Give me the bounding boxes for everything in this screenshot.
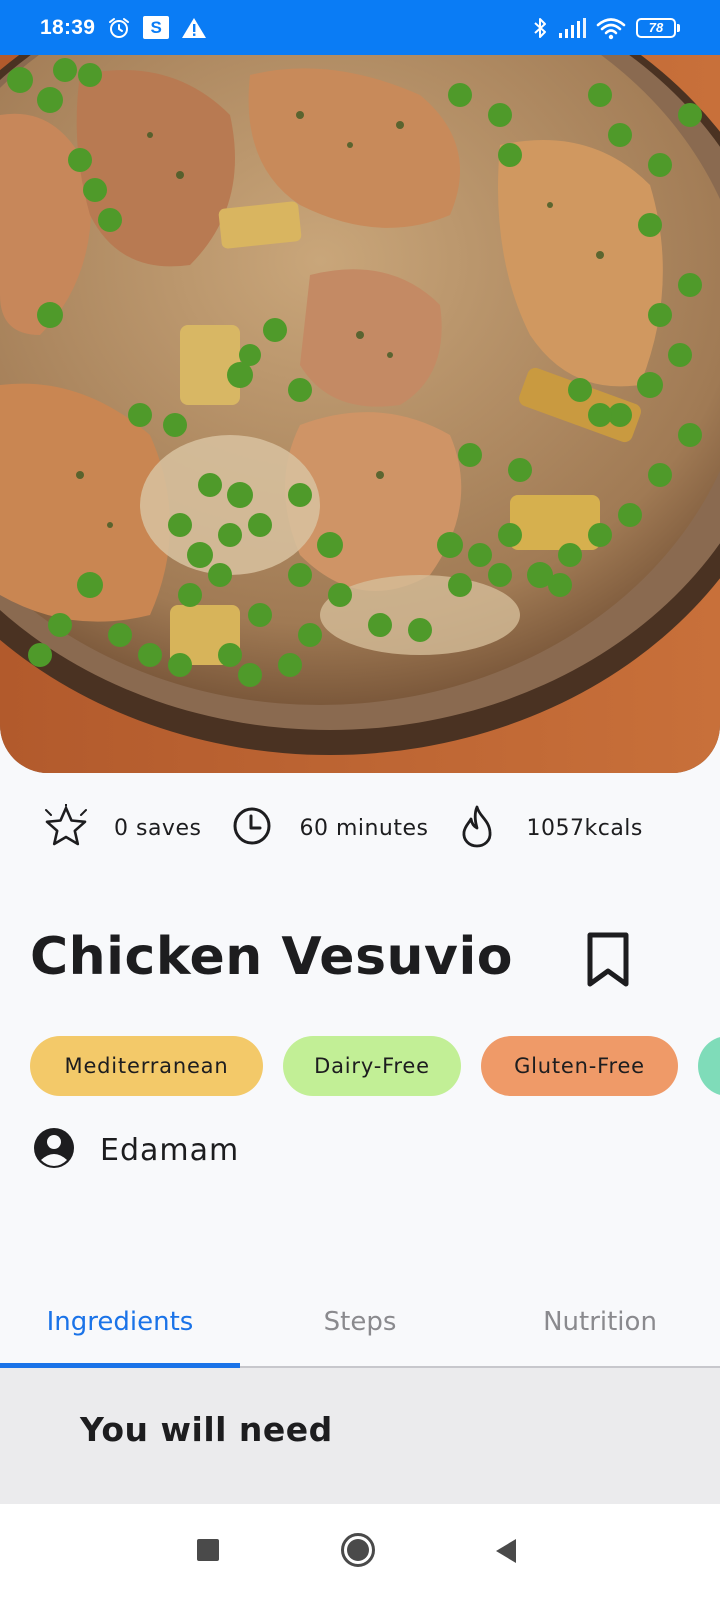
home-button[interactable] <box>340 1532 376 1568</box>
bookmark-button[interactable] <box>580 928 636 992</box>
account-circle-icon <box>32 1126 76 1174</box>
clock-icon <box>231 805 273 851</box>
wifi-icon <box>596 16 626 40</box>
bluetooth-icon <box>532 16 548 40</box>
square-icon <box>197 1539 219 1561</box>
flame-icon <box>459 804 495 852</box>
tags-row[interactable]: Mediterranean Dairy-Free Gluten-Free <box>30 1036 720 1098</box>
status-left: 18:39 S <box>40 16 207 40</box>
tag-gluten-free[interactable]: Gluten-Free <box>481 1036 678 1096</box>
source-row: Edamam <box>32 1125 239 1175</box>
title-row: Chicken Vesuvio <box>30 912 650 1002</box>
tab-ingredients[interactable]: Ingredients <box>0 1278 240 1368</box>
status-right: 78 <box>532 16 680 40</box>
saves-count: 0 saves <box>114 815 202 841</box>
circle-icon <box>341 1533 375 1567</box>
recents-button[interactable] <box>196 1538 220 1562</box>
s-app-icon: S <box>143 16 170 39</box>
status-time: 18:39 <box>40 15 96 39</box>
back-button[interactable] <box>494 1538 518 1564</box>
signal-icon <box>558 17 586 39</box>
tab-nutrition[interactable]: Nutrition <box>480 1278 720 1366</box>
recipe-tabs: Ingredients Steps Nutrition <box>0 1278 720 1368</box>
tag-overflow[interactable] <box>698 1036 720 1096</box>
cook-time: 60 minutes <box>299 815 429 841</box>
battery-icon: 78 <box>636 17 680 38</box>
back-triangle-icon <box>496 1539 516 1563</box>
section-title: You will need <box>80 1410 333 1449</box>
alarm-icon <box>107 16 131 40</box>
recipe-source: Edamam <box>100 1132 240 1168</box>
ingredients-section: You will need <box>0 1368 720 1504</box>
navigation-bar <box>0 1504 720 1600</box>
time-stat: 60 minutes <box>231 805 428 851</box>
tab-steps[interactable]: Steps <box>240 1278 480 1366</box>
status-bar: 18:39 S 78 <box>0 0 720 55</box>
recipe-hero-image <box>0 55 720 773</box>
recipe-stats-row: 0 saves 60 minutes 1057kcals <box>42 800 702 856</box>
tag-mediterranean[interactable]: Mediterranean <box>30 1036 263 1096</box>
warning-icon <box>181 16 207 40</box>
food-photo-illustration <box>0 55 720 773</box>
recipe-title: Chicken Vesuvio <box>30 927 513 987</box>
bookmark-icon <box>587 932 629 987</box>
saves-stat: 0 saves <box>42 803 202 852</box>
star-icon <box>42 803 90 852</box>
calories-stat: 1057kcals <box>459 804 643 852</box>
tag-dairy-free[interactable]: Dairy-Free <box>283 1036 461 1096</box>
battery-level: 78 <box>636 17 676 38</box>
calorie-count: 1057kcals <box>526 815 643 841</box>
